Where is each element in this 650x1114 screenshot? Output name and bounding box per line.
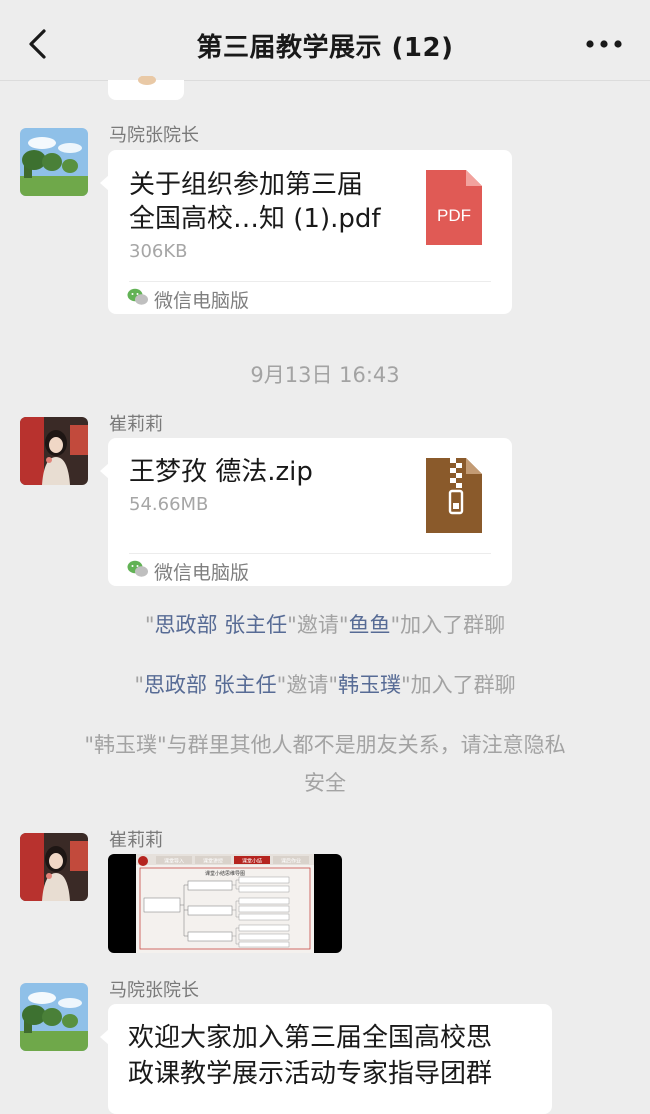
sender-name: 马院张院长 xyxy=(109,125,199,146)
avatar[interactable] xyxy=(20,128,88,196)
svg-text:课后作业: 课后作业 xyxy=(281,858,301,865)
file-size: 306KB xyxy=(129,241,188,262)
member-link[interactable]: 韩玉璞 xyxy=(338,673,401,697)
system-message-invite: "思政部 张主任"邀请"鱼鱼"加入了群聊 xyxy=(40,606,610,644)
message-text-line2: 政课教学展示活动专家指导团群 xyxy=(128,1059,493,1089)
file-message-bubble[interactable]: 王梦孜 德法.zip 54.66MB 微信电脑版 xyxy=(108,438,512,586)
message-timestamp: 9月13日 16:43 xyxy=(250,363,400,387)
file-size: 54.66MB xyxy=(129,494,209,515)
person-avatar-image xyxy=(20,417,88,485)
file-name: 王梦孜 德法.zip xyxy=(129,457,313,487)
member-link[interactable]: 思政部 张主任 xyxy=(144,673,277,697)
previous-message-bubble[interactable] xyxy=(108,76,184,100)
file-message-bubble[interactable]: 关于组织参加第三届 全国高校…知 (1).pdf 306KB PDF 微信电脑版 xyxy=(108,150,512,314)
file-name-line1: 关于组织参加第三届 xyxy=(129,170,364,200)
sender-name: 马院张院长 xyxy=(109,980,199,1001)
bubble-divider xyxy=(129,281,491,282)
sender-name: 崔莉莉 xyxy=(109,414,163,435)
sys-text: "加入了群聊 xyxy=(390,613,506,637)
landscape-avatar-image xyxy=(20,983,88,1051)
system-message-invite: "思政部 张主任"邀请"韩玉璞"加入了群聊 xyxy=(40,666,610,704)
member-link[interactable]: 鱼鱼 xyxy=(349,613,391,637)
source-label: 微信电脑版 xyxy=(154,562,250,584)
avatar[interactable] xyxy=(20,417,88,485)
sender-name: 崔莉莉 xyxy=(109,830,163,851)
system-message-privacy-line1: "韩玉璞"与群里其他人都不是朋友关系，请注意隐私 xyxy=(84,733,566,757)
svg-text:PDF: PDF xyxy=(437,206,471,225)
svg-text:课堂导入: 课堂导入 xyxy=(164,858,184,865)
svg-text:课堂讲授: 课堂讲授 xyxy=(203,858,223,865)
chat-header: 第三届教学展示 (12) xyxy=(0,0,650,81)
zip-file-icon xyxy=(426,458,482,533)
avatar[interactable] xyxy=(20,833,88,901)
wechat-icon xyxy=(127,560,148,577)
bubble-divider xyxy=(129,553,491,554)
partial-avatar-image xyxy=(138,76,156,85)
slide-thumbnail: 课堂导入 课堂讲授 课堂小结 课后作业 课堂小结思维导图 xyxy=(136,854,314,953)
person-avatar-image xyxy=(20,833,88,901)
sys-text: "加入了群聊 xyxy=(401,673,516,697)
message-text-line1: 欢迎大家加入第三届全国高校思 xyxy=(128,1023,493,1053)
sys-text: " xyxy=(134,673,144,697)
sys-text: "邀请" xyxy=(276,673,338,697)
chat-title: 第三届教学展示 (12) xyxy=(196,33,454,63)
member-link[interactable]: 思政部 张主任 xyxy=(154,613,287,637)
image-message[interactable]: 课堂导入 课堂讲授 课堂小结 课后作业 课堂小结思维导图 xyxy=(108,854,342,953)
source-label: 微信电脑版 xyxy=(154,290,250,312)
landscape-avatar-image xyxy=(20,128,88,196)
svg-text:课堂小结思维导图: 课堂小结思维导图 xyxy=(205,870,245,877)
avatar[interactable] xyxy=(20,983,88,1051)
pdf-file-icon: PDF xyxy=(426,170,482,245)
sys-text: "邀请" xyxy=(287,613,349,637)
more-dots-icon[interactable] xyxy=(584,34,624,54)
wechat-icon xyxy=(127,288,148,305)
text-message-bubble[interactable]: 欢迎大家加入第三届全国高校思 政课教学展示活动专家指导团群 xyxy=(108,1004,552,1114)
svg-text:课堂小结: 课堂小结 xyxy=(242,858,262,865)
file-name-line2: 全国高校…知 (1).pdf xyxy=(129,204,381,234)
system-message-privacy-line2: 安全 xyxy=(304,771,346,795)
